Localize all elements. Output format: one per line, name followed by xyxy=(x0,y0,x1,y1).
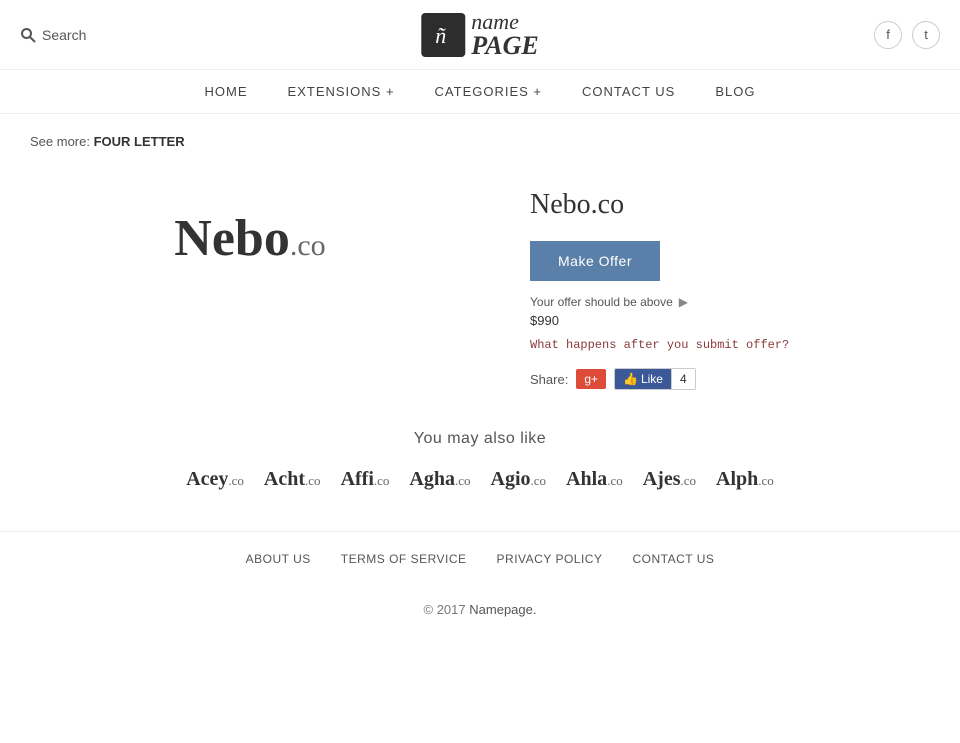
domain-name: Acey xyxy=(186,468,228,490)
domain-list: Acey.co Acht.co Affi.co Agha.co Agio.co … xyxy=(30,468,930,491)
domain-name: Acht xyxy=(264,468,305,490)
footer-copyright: © 2017 Namepage. xyxy=(0,586,960,633)
svg-text:ñ: ñ xyxy=(435,23,446,48)
share-row: Share: g+ 👍 Like 4 xyxy=(530,368,930,390)
domain-ext: .co xyxy=(607,473,623,488)
domain-name: Agha xyxy=(409,468,455,490)
list-item[interactable]: Agha.co xyxy=(409,468,470,491)
logo[interactable]: ñ name PAGE xyxy=(421,11,538,59)
also-like-title: You may also like xyxy=(30,430,930,448)
product-info: Nebo.co Make Offer Your offer should be … xyxy=(530,169,930,390)
domain-ext: .co xyxy=(228,473,244,488)
footer-brand-link[interactable]: Namepage. xyxy=(469,602,536,617)
product-logo-display: Nebo.co xyxy=(30,169,470,308)
footer-about[interactable]: ABOUT US xyxy=(246,552,311,566)
domain-name: Ajes xyxy=(643,468,681,490)
fb-like-inner: 👍 Like xyxy=(615,369,671,389)
domain-name: Ahla xyxy=(566,468,607,490)
google-plus-button[interactable]: g+ xyxy=(576,369,606,389)
list-item[interactable]: Ahla.co xyxy=(566,468,623,491)
product-logo-large: Nebo.co xyxy=(174,209,325,268)
search-label: Search xyxy=(42,27,86,43)
domain-ext: .co xyxy=(531,473,547,488)
offer-hint: Your offer should be above ▶ xyxy=(530,295,930,309)
breadcrumb-link[interactable]: FOUR LETTER xyxy=(94,134,185,149)
breadcrumb-prefix: See more: xyxy=(30,134,90,149)
nav-contact[interactable]: CONTACT US xyxy=(582,84,675,99)
twitter-icon[interactable]: t xyxy=(912,21,940,49)
product-title: Nebo.co xyxy=(530,189,930,221)
domain-name: Affi xyxy=(341,468,374,490)
submit-offer-link[interactable]: What happens after you submit offer? xyxy=(530,338,930,352)
footer-nav: ABOUT US TERMS OF SERVICE PRIVACY POLICY… xyxy=(0,531,960,586)
footer-privacy[interactable]: PRIVACY POLICY xyxy=(497,552,603,566)
domain-ext: .co xyxy=(758,473,774,488)
domain-ext: .co xyxy=(455,473,471,488)
domain-ext: .co xyxy=(680,473,696,488)
fb-count: 4 xyxy=(671,369,695,389)
nav-blog[interactable]: BLOG xyxy=(715,84,755,99)
fb-like-icon: 👍 xyxy=(623,372,638,386)
domain-name: Alph xyxy=(716,468,758,490)
list-item[interactable]: Acey.co xyxy=(186,468,244,491)
breadcrumb: See more: FOUR LETTER xyxy=(30,134,930,149)
product-section: Nebo.co Nebo.co Make Offer Your offer sh… xyxy=(30,169,930,390)
nav-home[interactable]: HOME xyxy=(205,84,248,99)
list-item[interactable]: Affi.co xyxy=(341,468,390,491)
search-area[interactable]: Search xyxy=(20,27,86,43)
offer-price: $990 xyxy=(530,313,930,328)
footer-contact[interactable]: CONTACT US xyxy=(632,552,714,566)
footer-terms[interactable]: TERMS OF SERVICE xyxy=(341,552,467,566)
list-item[interactable]: Agio.co xyxy=(491,468,547,491)
facebook-like-button[interactable]: 👍 Like 4 xyxy=(614,368,696,390)
domain-ext: .co xyxy=(374,473,390,488)
share-label: Share: xyxy=(530,372,568,387)
also-like-section: You may also like Acey.co Acht.co Affi.c… xyxy=(30,430,930,491)
domain-ext: .co xyxy=(305,473,321,488)
footer: ABOUT US TERMS OF SERVICE PRIVACY POLICY… xyxy=(0,531,960,633)
nav-categories[interactable]: CATEGORIES + xyxy=(435,84,542,99)
product-display-ext: .co xyxy=(290,229,326,262)
arrow-icon: ▶ xyxy=(679,295,688,309)
nav-extensions[interactable]: EXTENSIONS + xyxy=(288,84,395,99)
domain-name: Agio xyxy=(491,468,531,490)
list-item[interactable]: Alph.co xyxy=(716,468,774,491)
logo-text: name PAGE xyxy=(471,11,538,59)
list-item[interactable]: Acht.co xyxy=(264,468,321,491)
fb-like-label: Like xyxy=(641,372,663,386)
social-links: f t xyxy=(874,21,940,49)
gplus-icon: g+ xyxy=(584,372,598,386)
list-item[interactable]: Ajes.co xyxy=(643,468,696,491)
facebook-icon[interactable]: f xyxy=(874,21,902,49)
search-icon xyxy=(20,27,36,43)
logo-icon: ñ xyxy=(421,13,465,57)
make-offer-button[interactable]: Make Offer xyxy=(530,241,660,281)
main-nav: HOME EXTENSIONS + CATEGORIES + CONTACT U… xyxy=(0,70,960,114)
header: Search ñ name PAGE f t xyxy=(0,0,960,70)
product-display-name: Nebo xyxy=(174,210,290,267)
main-content: See more: FOUR LETTER Nebo.co Nebo.co Ma… xyxy=(10,114,950,531)
